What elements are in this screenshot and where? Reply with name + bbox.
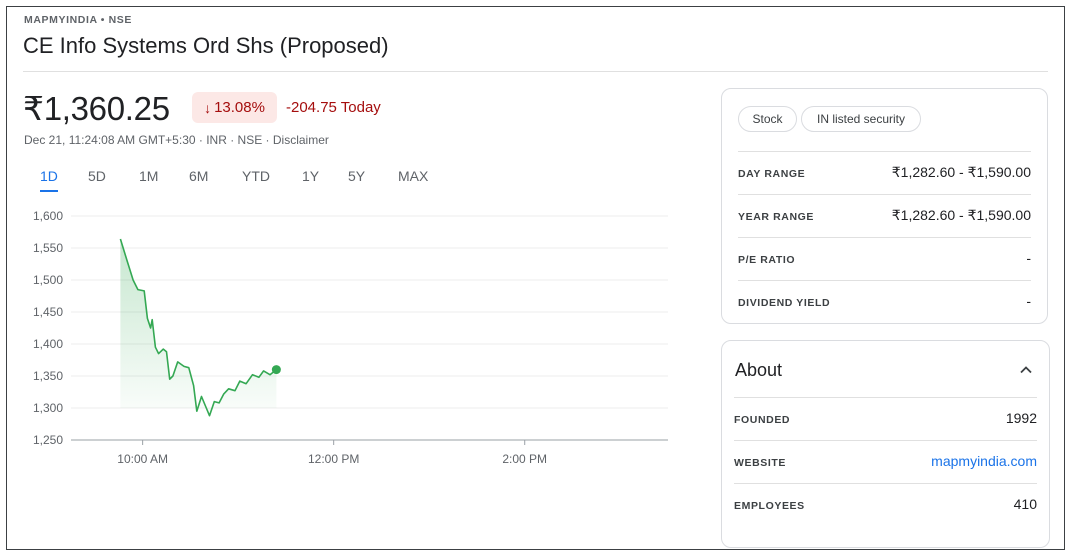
chip-listed-security[interactable]: IN listed security bbox=[801, 106, 921, 132]
y-tick-label: 1,550 bbox=[33, 241, 63, 255]
y-tick-label: 1,400 bbox=[33, 337, 63, 351]
company-name: CE Info Systems Ord Shs (Proposed) bbox=[23, 33, 389, 58]
stats-card: Stock IN listed security DAY RANGE ₹1,28… bbox=[721, 88, 1048, 324]
stat-label: P/E RATIO bbox=[738, 254, 796, 266]
change-today: -204.75 Today bbox=[286, 99, 381, 116]
y-tick-label: 1,350 bbox=[33, 369, 63, 383]
tab-1y[interactable]: 1Y bbox=[302, 166, 319, 190]
about-row-website: WEBSITE mapmyindia.com bbox=[734, 440, 1037, 483]
stat-label: YEAR RANGE bbox=[738, 211, 815, 223]
about-value: 1992 bbox=[1005, 410, 1037, 426]
current-price: ₹1,360.25 bbox=[23, 90, 170, 127]
tab-6m[interactable]: 6M bbox=[189, 166, 208, 190]
stat-label: DAY RANGE bbox=[738, 168, 806, 180]
divider bbox=[23, 71, 1048, 72]
stat-value: ₹1,282.60 - ₹1,590.00 bbox=[891, 207, 1031, 223]
tab-5d[interactable]: 5D bbox=[88, 166, 106, 190]
y-tick-label: 1,250 bbox=[33, 433, 63, 447]
about-label: WEBSITE bbox=[734, 457, 787, 469]
about-value: 410 bbox=[1013, 496, 1037, 512]
about-title: About bbox=[735, 360, 783, 380]
change-percent: 13.08% bbox=[214, 99, 265, 116]
stat-value: - bbox=[1026, 293, 1031, 309]
x-tick-label: 12:00 PM bbox=[308, 452, 359, 466]
series-area bbox=[120, 239, 277, 416]
tab-1m[interactable]: 1M bbox=[139, 166, 158, 190]
stat-row-dividend-yield: DIVIDEND YIELD - bbox=[738, 280, 1031, 323]
about-row-employees: EMPLOYEES 410 bbox=[734, 483, 1037, 526]
y-tick-label: 1,300 bbox=[33, 401, 63, 415]
about-row-founded: FOUNDED 1992 bbox=[734, 397, 1037, 440]
stat-value: ₹1,282.60 - ₹1,590.00 bbox=[891, 164, 1031, 180]
stat-label: DIVIDEND YIELD bbox=[738, 297, 831, 309]
about-label: FOUNDED bbox=[734, 414, 791, 426]
y-tick-label: 1,600 bbox=[33, 209, 63, 223]
change-percent-badge: ↓ 13.08% bbox=[192, 92, 277, 123]
x-tick-label: 2:00 PM bbox=[502, 452, 547, 466]
about-label: EMPLOYEES bbox=[734, 500, 805, 512]
tab-max[interactable]: MAX bbox=[398, 166, 428, 190]
last-price-point bbox=[271, 365, 281, 375]
y-tick-label: 1,450 bbox=[33, 305, 63, 319]
quote-meta: Dec 21, 11:24:08 AM GMT+5:30 · INR · NSE… bbox=[24, 133, 329, 147]
chevron-up-icon[interactable] bbox=[1017, 361, 1035, 379]
website-link[interactable]: mapmyindia.com bbox=[931, 453, 1037, 469]
arrow-down-icon: ↓ bbox=[204, 99, 212, 116]
tab-ytd[interactable]: YTD bbox=[242, 166, 270, 190]
ticker-label: MAPMYINDIA • NSE bbox=[24, 14, 132, 26]
y-tick-label: 1,500 bbox=[33, 273, 63, 287]
tab-1d[interactable]: 1D bbox=[40, 166, 58, 192]
stat-row-pe-ratio: P/E RATIO - bbox=[738, 237, 1031, 280]
about-card: About FOUNDED 1992 WEBSITE mapmyindia.co… bbox=[721, 340, 1050, 548]
price-chart[interactable]: 1,600 1,550 1,500 1,450 1,400 1,350 1,300 1,250… bbox=[0, 200, 700, 480]
tab-5y[interactable]: 5Y bbox=[348, 166, 365, 190]
chip-stock[interactable]: Stock bbox=[738, 106, 797, 132]
stat-row-day-range: DAY RANGE ₹1,282.60 - ₹1,590.00 bbox=[738, 151, 1031, 194]
x-tick-label: 10:00 AM bbox=[117, 452, 168, 466]
stat-value: - bbox=[1026, 250, 1031, 266]
stat-row-year-range: YEAR RANGE ₹1,282.60 - ₹1,590.00 bbox=[738, 194, 1031, 237]
